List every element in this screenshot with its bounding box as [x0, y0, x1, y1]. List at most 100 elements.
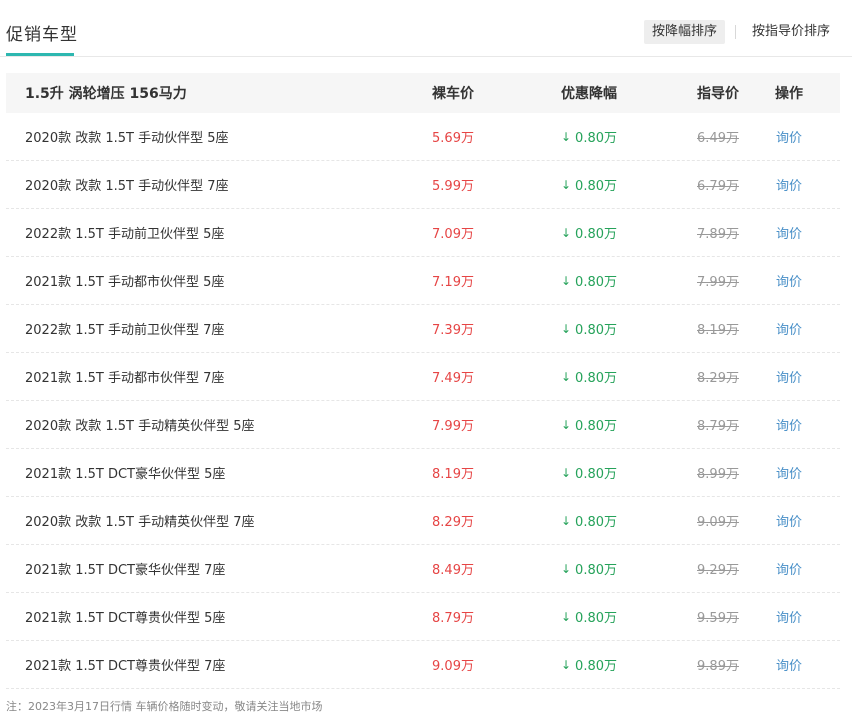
engine-group-label: 1.5升 涡轮增压 156马力	[25, 86, 187, 102]
table-row: 2021款 1.5T DCT尊贵伙伴型 7座 9.09万 ↓ 0.80万 9.89万 询价	[6, 641, 840, 689]
discount-value: 0.80万	[575, 611, 617, 626]
guide-price: 8.29万	[673, 353, 763, 400]
table-row: 2021款 1.5T DCT豪华伙伴型 7座 8.49万 ↓ 0.80万 9.29万 询价	[6, 545, 840, 593]
discount-value: 0.80万	[575, 467, 617, 482]
inquire-price-link[interactable]: 询价	[764, 209, 814, 256]
discount-amount: ↓ 0.80万	[544, 353, 634, 400]
arrow-down-icon: ↓	[560, 657, 572, 672]
sort-by-discount-button[interactable]: 按降幅排序	[644, 20, 726, 44]
guide-price-value: 9.89万	[697, 659, 739, 674]
table-row: 2020款 改款 1.5T 手动伙伴型 5座 5.69万 ↓ 0.80万 6.49万 询价	[6, 113, 840, 161]
discount-value: 0.80万	[575, 563, 617, 578]
bare-car-price: 7.39万	[432, 323, 474, 338]
guide-price-value: 8.99万	[697, 467, 739, 482]
arrow-down-icon: ↓	[560, 513, 572, 528]
discount-value: 0.80万	[575, 131, 617, 146]
arrow-down-icon: ↓	[560, 369, 572, 384]
table-row: 2021款 1.5T 手动都市伙伴型 5座 7.19万 ↓ 0.80万 7.99万 询价	[6, 257, 840, 305]
discount-value: 0.80万	[575, 371, 617, 386]
page-title: 促销车型	[6, 25, 78, 45]
model-name: 2022款 1.5T 手动前卫伙伴型 5座	[25, 227, 225, 242]
arrow-down-icon: ↓	[560, 417, 572, 432]
guide-price-value: 7.99万	[697, 275, 739, 290]
table-body: 2020款 改款 1.5T 手动伙伴型 5座 5.69万 ↓ 0.80万 6.49万 询价…	[6, 113, 840, 689]
table-row: 2021款 1.5T 手动都市伙伴型 7座 7.49万 ↓ 0.80万 8.29万 询价	[6, 353, 840, 401]
table-row: 2021款 1.5T DCT豪华伙伴型 5座 8.19万 ↓ 0.80万 8.99万 询价	[6, 449, 840, 497]
bare-car-price: 7.99万	[432, 419, 474, 434]
discount-amount: ↓ 0.80万	[544, 497, 634, 544]
discount-amount: ↓ 0.80万	[544, 305, 634, 352]
model-name: 2020款 改款 1.5T 手动精英伙伴型 7座	[25, 515, 255, 530]
bare-car-price: 7.19万	[432, 275, 474, 290]
inquire-price-link[interactable]: 询价	[764, 161, 814, 208]
guide-price-value: 6.49万	[697, 131, 739, 146]
inquire-price-link[interactable]: 询价	[764, 593, 814, 640]
page-header: 促销车型 按降幅排序 按指导价排序	[0, 0, 852, 57]
footer-note: 注：2023年3月17日行情 车辆价格随时变动，敬请关注当地市场	[6, 700, 323, 713]
arrow-down-icon: ↓	[560, 321, 572, 336]
table-row: 2020款 改款 1.5T 手动精英伙伴型 7座 8.29万 ↓ 0.80万 9.09万…	[6, 497, 840, 545]
discount-value: 0.80万	[575, 179, 617, 194]
inquire-price-link[interactable]: 询价	[764, 305, 814, 352]
guide-price: 8.79万	[673, 401, 763, 448]
model-name: 2020款 改款 1.5T 手动伙伴型 7座	[25, 179, 229, 194]
discount-amount: ↓ 0.80万	[544, 161, 634, 208]
discount-amount: ↓ 0.80万	[544, 593, 634, 640]
table-row: 2022款 1.5T 手动前卫伙伴型 7座 7.39万 ↓ 0.80万 8.19万 询价	[6, 305, 840, 353]
guide-price-value: 8.79万	[697, 419, 739, 434]
guide-price-value: 7.89万	[697, 227, 739, 242]
inquire-price-link[interactable]: 询价	[764, 113, 814, 160]
inquire-price-link[interactable]: 询价	[764, 497, 814, 544]
guide-price: 9.59万	[673, 593, 763, 640]
model-name: 2022款 1.5T 手动前卫伙伴型 7座	[25, 323, 225, 338]
inquire-price-link[interactable]: 询价	[764, 545, 814, 592]
guide-price: 6.79万	[673, 161, 763, 208]
guide-price: 9.09万	[673, 497, 763, 544]
model-name: 2021款 1.5T DCT豪华伙伴型 7座	[25, 563, 226, 578]
column-header-action: 操作	[775, 86, 803, 102]
arrow-down-icon: ↓	[560, 225, 572, 240]
guide-price: 9.29万	[673, 545, 763, 592]
column-header-price: 裸车价	[432, 86, 474, 102]
guide-price-value: 8.19万	[697, 323, 739, 338]
sort-divider	[735, 25, 736, 39]
inquire-price-link[interactable]: 询价	[764, 257, 814, 304]
guide-price: 9.89万	[673, 641, 763, 688]
arrow-down-icon: ↓	[560, 273, 572, 288]
discount-amount: ↓ 0.80万	[544, 449, 634, 496]
discount-value: 0.80万	[575, 227, 617, 242]
bare-car-price: 8.29万	[432, 515, 474, 530]
column-header-discount: 优惠降幅	[561, 86, 617, 102]
model-name: 2020款 改款 1.5T 手动伙伴型 5座	[25, 131, 229, 146]
inquire-price-link[interactable]: 询价	[764, 401, 814, 448]
title-underline	[6, 53, 74, 56]
guide-price-value: 9.59万	[697, 611, 739, 626]
inquire-price-link[interactable]: 询价	[764, 449, 814, 496]
model-name: 2021款 1.5T 手动都市伙伴型 7座	[25, 371, 225, 386]
guide-price-value: 6.79万	[697, 179, 739, 194]
model-name: 2020款 改款 1.5T 手动精英伙伴型 5座	[25, 419, 255, 434]
table-row: 2020款 改款 1.5T 手动伙伴型 7座 5.99万 ↓ 0.80万 6.79万 询价	[6, 161, 840, 209]
discount-amount: ↓ 0.80万	[544, 641, 634, 688]
inquire-price-link[interactable]: 询价	[764, 641, 814, 688]
discount-amount: ↓ 0.80万	[544, 401, 634, 448]
discount-value: 0.80万	[575, 275, 617, 290]
bare-car-price: 8.49万	[432, 563, 474, 578]
guide-price-value: 8.29万	[697, 371, 739, 386]
discount-amount: ↓ 0.80万	[544, 113, 634, 160]
model-name: 2021款 1.5T DCT豪华伙伴型 5座	[25, 467, 226, 482]
bare-car-price: 9.09万	[432, 659, 474, 674]
promo-table: 1.5升 涡轮增压 156马力 裸车价 优惠降幅 指导价 操作 2020款 改款…	[6, 73, 840, 689]
guide-price-value: 9.29万	[697, 563, 739, 578]
column-header-guide-price: 指导价	[697, 86, 739, 102]
discount-value: 0.80万	[575, 659, 617, 674]
inquire-price-link[interactable]: 询价	[764, 353, 814, 400]
sort-by-guide-price-button[interactable]: 按指导价排序	[744, 20, 838, 44]
discount-amount: ↓ 0.80万	[544, 257, 634, 304]
bare-car-price: 8.19万	[432, 467, 474, 482]
discount-value: 0.80万	[575, 419, 617, 434]
arrow-down-icon: ↓	[560, 561, 572, 576]
table-row: 2021款 1.5T DCT尊贵伙伴型 5座 8.79万 ↓ 0.80万 9.59万 询价	[6, 593, 840, 641]
guide-price: 8.19万	[673, 305, 763, 352]
table-row: 2022款 1.5T 手动前卫伙伴型 5座 7.09万 ↓ 0.80万 7.89万 询价	[6, 209, 840, 257]
